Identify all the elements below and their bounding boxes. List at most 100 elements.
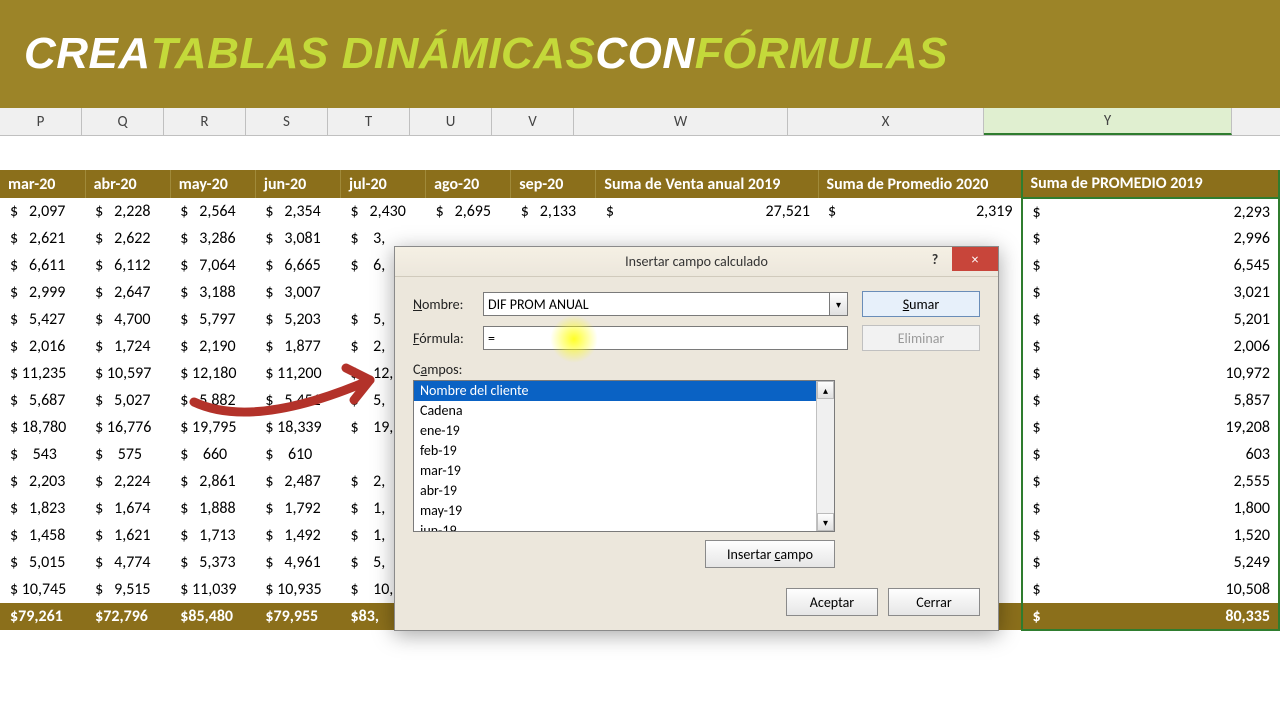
cell[interactable]: $ 5,687: [0, 387, 85, 414]
cell[interactable]: $1,800: [1022, 495, 1280, 522]
cell[interactable]: $1,520: [1022, 522, 1280, 549]
cell[interactable]: $ 5,882: [170, 387, 255, 414]
cell[interactable]: $ 2,354: [255, 198, 340, 225]
cell[interactable]: $ 1,792: [255, 495, 340, 522]
table-header[interactable]: Suma de Venta anual 2019: [596, 170, 818, 198]
cell[interactable]: $ 10,745: [0, 576, 85, 603]
list-item[interactable]: ene-19: [414, 421, 834, 441]
cell[interactable]: $ 2,647: [85, 279, 170, 306]
cell[interactable]: $2,293: [1022, 198, 1280, 225]
column-header-S[interactable]: S: [246, 108, 328, 135]
cell[interactable]: $6,545: [1022, 252, 1280, 279]
cell[interactable]: $ 2,999: [0, 279, 85, 306]
cell[interactable]: $ 2,203: [0, 468, 85, 495]
column-header-R[interactable]: R: [164, 108, 246, 135]
cell[interactable]: $ 5,797: [170, 306, 255, 333]
cell[interactable]: $2,996: [1022, 225, 1280, 252]
cell[interactable]: $ 1,492: [255, 522, 340, 549]
cell[interactable]: $ 9,515: [85, 576, 170, 603]
table-header[interactable]: sep-20: [511, 170, 596, 198]
insertar-campo-button[interactable]: Insertar campo: [705, 540, 835, 568]
cell[interactable]: $5,249: [1022, 549, 1280, 576]
table-header[interactable]: abr-20: [85, 170, 170, 198]
cell[interactable]: $2,006: [1022, 333, 1280, 360]
cell[interactable]: $2,319: [818, 198, 1021, 225]
table-header[interactable]: ago-20: [426, 170, 511, 198]
cell[interactable]: $ 1,458: [0, 522, 85, 549]
cell[interactable]: $ 2,133: [511, 198, 596, 225]
cell[interactable]: $ 3,007: [255, 279, 340, 306]
cell[interactable]: $ 2,097: [0, 198, 85, 225]
cell[interactable]: $ 3,188: [170, 279, 255, 306]
cell[interactable]: $79,261: [0, 603, 85, 630]
cell[interactable]: $ 660: [170, 441, 255, 468]
cell[interactable]: $ 2,228: [85, 198, 170, 225]
cell[interactable]: $ 1,674: [85, 495, 170, 522]
cell[interactable]: $ 2,564: [170, 198, 255, 225]
scroll-up-icon[interactable]: ▴: [817, 381, 834, 399]
cell[interactable]: $ 2,016: [0, 333, 85, 360]
cell[interactable]: $ 6,665: [255, 252, 340, 279]
cell[interactable]: $ 11,235: [0, 360, 85, 387]
cell[interactable]: $ 18,780: [0, 414, 85, 441]
cell[interactable]: $ 2,190: [170, 333, 255, 360]
dialog-titlebar[interactable]: Insertar campo calculado ? ×: [395, 247, 998, 277]
cell[interactable]: $603: [1022, 441, 1280, 468]
list-item[interactable]: mar-19: [414, 461, 834, 481]
cell[interactable]: $ 11,200: [255, 360, 340, 387]
cell[interactable]: $ 2,621: [0, 225, 85, 252]
cell[interactable]: $ 2,861: [170, 468, 255, 495]
help-button[interactable]: ?: [918, 247, 952, 271]
cell[interactable]: $ 1,621: [85, 522, 170, 549]
cell[interactable]: $79,955: [255, 603, 340, 630]
cell[interactable]: $10,972: [1022, 360, 1280, 387]
cell[interactable]: $ 5,203: [255, 306, 340, 333]
cell[interactable]: $ 18,339: [255, 414, 340, 441]
cell[interactable]: $27,521: [596, 198, 818, 225]
cell[interactable]: $ 1,888: [170, 495, 255, 522]
cell[interactable]: $3,021: [1022, 279, 1280, 306]
cell[interactable]: $ 7,064: [170, 252, 255, 279]
cell[interactable]: $ 1,877: [255, 333, 340, 360]
cell[interactable]: $ 3,081: [255, 225, 340, 252]
cell[interactable]: $ 5,373: [170, 549, 255, 576]
column-header-Y[interactable]: Y: [984, 108, 1232, 135]
cell[interactable]: $ 12,180: [170, 360, 255, 387]
cell[interactable]: $ 10,597: [85, 360, 170, 387]
column-header-V[interactable]: V: [492, 108, 574, 135]
cell[interactable]: $ 2,224: [85, 468, 170, 495]
cell[interactable]: $72,796: [85, 603, 170, 630]
table-header[interactable]: jul-20: [341, 170, 426, 198]
column-header-W[interactable]: W: [574, 108, 788, 135]
cell[interactable]: $ 3,286: [170, 225, 255, 252]
table-header[interactable]: Suma de PROMEDIO 2019: [1022, 170, 1280, 198]
cell[interactable]: $ 16,776: [85, 414, 170, 441]
cell[interactable]: $ 2,487: [255, 468, 340, 495]
cell[interactable]: $ 5,015: [0, 549, 85, 576]
chevron-down-icon[interactable]: ▾: [829, 293, 847, 315]
cell[interactable]: $10,508: [1022, 576, 1280, 603]
column-header-T[interactable]: T: [328, 108, 410, 135]
cell[interactable]: $ 4,774: [85, 549, 170, 576]
column-header-Q[interactable]: Q: [82, 108, 164, 135]
cell[interactable]: $ 6,112: [85, 252, 170, 279]
scrollbar[interactable]: ▴ ▾: [816, 381, 834, 531]
list-item[interactable]: Cadena: [414, 401, 834, 421]
list-item[interactable]: jun-19: [414, 521, 834, 532]
table-row[interactable]: $ 2,097$ 2,228$ 2,564$ 2,354$ 2,430$ 2,6…: [0, 198, 1279, 225]
formula-input[interactable]: =: [483, 326, 848, 350]
cell[interactable]: $2,555: [1022, 468, 1280, 495]
cell[interactable]: $ 2,430: [341, 198, 426, 225]
table-header[interactable]: jun-20: [255, 170, 340, 198]
cell[interactable]: $19,208: [1022, 414, 1280, 441]
table-header[interactable]: may-20: [170, 170, 255, 198]
cell[interactable]: $ 5,027: [85, 387, 170, 414]
cell[interactable]: $ 6,611: [0, 252, 85, 279]
nombre-combo[interactable]: DIF PROM ANUAL ▾: [483, 292, 848, 316]
column-header-U[interactable]: U: [410, 108, 492, 135]
cell[interactable]: $85,480: [170, 603, 255, 630]
cell[interactable]: $ 5,451: [255, 387, 340, 414]
scroll-down-icon[interactable]: ▾: [817, 513, 834, 531]
cell[interactable]: $ 10,935: [255, 576, 340, 603]
cell[interactable]: $ 19,795: [170, 414, 255, 441]
